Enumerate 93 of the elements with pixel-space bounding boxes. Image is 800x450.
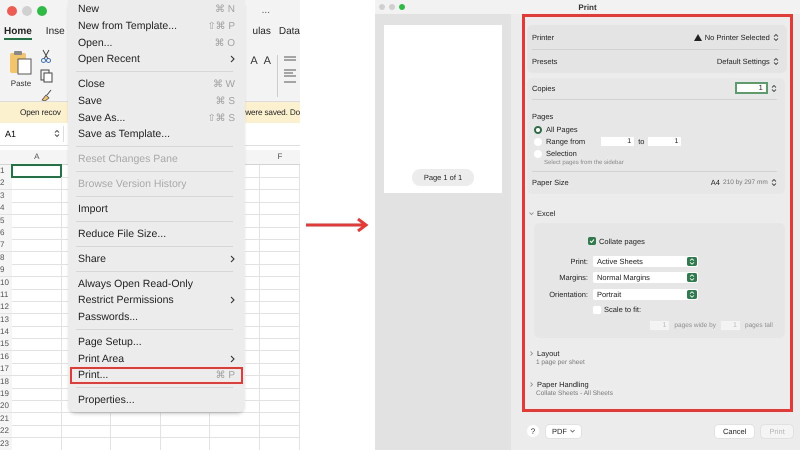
row-number: 15 [0,338,12,352]
minimize-button[interactable] [389,4,395,10]
font-size-button[interactable]: A [264,54,271,67]
notice-text: were saved. Do [245,108,300,117]
minimize-button[interactable] [22,6,32,16]
clipboard-icon[interactable] [8,48,34,75]
menu-item[interactable]: Save as Template... [70,126,243,143]
notice-text: Open recov [20,108,61,117]
menu-item[interactable]: Page Setup... [70,334,243,350]
row-number: 14 [0,326,12,340]
menu-item[interactable]: Always Open Read-Only [70,275,243,292]
menu-item[interactable]: Properties... [70,392,243,408]
font-size-button[interactable]: A [250,54,258,67]
row-number: 16 [0,350,12,364]
radio-button[interactable] [534,150,542,158]
copy-icon[interactable] [40,68,54,83]
menu-item[interactable]: New ⌘ N [70,1,243,18]
stepper-icon[interactable] [772,32,779,42]
menu-item[interactable]: Save ⌘ S [70,92,243,110]
stepper-icon[interactable] [687,273,697,282]
ribbon-tab[interactable]: Inse [46,26,65,40]
stepper-icon[interactable] [687,256,697,266]
shortcut-text: ⇧⌘ S [208,112,235,124]
row-number: 19 [0,388,12,402]
grid-cell[interactable] [12,165,62,178]
checkbox[interactable] [588,237,596,246]
row-number: 21 [0,412,12,426]
menu-item[interactable]: Share [70,250,243,268]
shortcut-text: ⌘ S [216,94,235,107]
menu-item[interactable]: Close ⌘ W [70,76,243,93]
menu-item[interactable]: Print Area [70,350,243,367]
menu-item[interactable]: Reduce File Size... [70,226,243,242]
chevron-right-icon[interactable] [529,382,534,386]
stepper-icon[interactable] [772,57,779,66]
menu-item[interactable]: Open Recent [70,51,243,68]
stepper-icon[interactable] [770,84,777,93]
stepper-icon[interactable] [54,129,60,138]
paste-label[interactable]: Paste [10,78,32,88]
shortcut-text: ⌘ P [216,369,235,382]
zoom-button[interactable] [399,4,405,10]
help-button[interactable]: ? [527,425,539,437]
arrow-icon [306,218,370,232]
row-number: 17 [0,363,12,376]
warning-icon [694,34,702,40]
dialog-title: Print [578,2,597,12]
row-number: 3 [0,190,12,203]
more-button[interactable]: ... [262,5,270,16]
checkbox[interactable] [593,306,601,314]
row-number: 23 [0,438,12,450]
row-number: 13 [0,314,12,327]
row-number: 6 [0,226,12,240]
ribbon-tab[interactable]: ulas [252,26,271,40]
menu-item[interactable]: Save As... ⇧⌘ S [70,109,243,126]
chevron-down-icon[interactable] [529,210,534,216]
menu-item[interactable]: Open... ⌘ O [70,34,243,52]
shortcut-text: ⌘ N [215,3,235,16]
chevron-right-icon[interactable] [529,350,534,356]
menu-item[interactable]: Import [70,200,243,218]
row-number: 11 [0,288,12,302]
column-header[interactable]: A [12,150,62,164]
shortcut-text: ⇧⌘ P [208,20,235,32]
menu-item[interactable]: Passwords... [70,308,243,326]
menu-item[interactable]: New from Template... ⇧⌘ P [70,18,243,34]
row-number: 8 [0,252,12,265]
stepper-icon[interactable] [687,290,697,299]
row-number: 4 [0,202,12,216]
row-number: 2 [0,177,12,190]
menu-item[interactable]: Restrict Permissions [70,292,243,309]
shortcut-text: ⌘ O [214,36,235,49]
column-header[interactable]: F [260,150,300,164]
row-number: 22 [0,425,12,438]
name-box[interactable]: A1 [2,126,64,142]
radio-button[interactable] [534,126,542,134]
shortcut-text: ⌘ W [212,78,235,90]
row-number: 20 [0,400,12,414]
close-button[interactable] [379,4,385,10]
cell-cursor [11,164,62,178]
row-number: 10 [0,276,12,290]
row-number: 12 [0,301,12,314]
brush-icon[interactable] [40,88,52,101]
scissors-icon[interactable] [40,48,52,63]
close-button[interactable] [7,6,17,16]
row-number: 9 [0,264,12,278]
ribbon-tab[interactable]: Data [278,26,300,40]
row-number: 7 [0,239,12,252]
radio-button[interactable] [534,138,542,146]
row-number: 5 [0,214,12,228]
zoom-button[interactable] [37,6,47,16]
ribbon-tab[interactable]: Home [4,26,32,40]
row-number: 18 [0,376,12,389]
stepper-icon[interactable] [770,178,777,188]
caret-icon [570,429,575,433]
menu-item[interactable]: Print... ⌘ P [70,366,243,384]
